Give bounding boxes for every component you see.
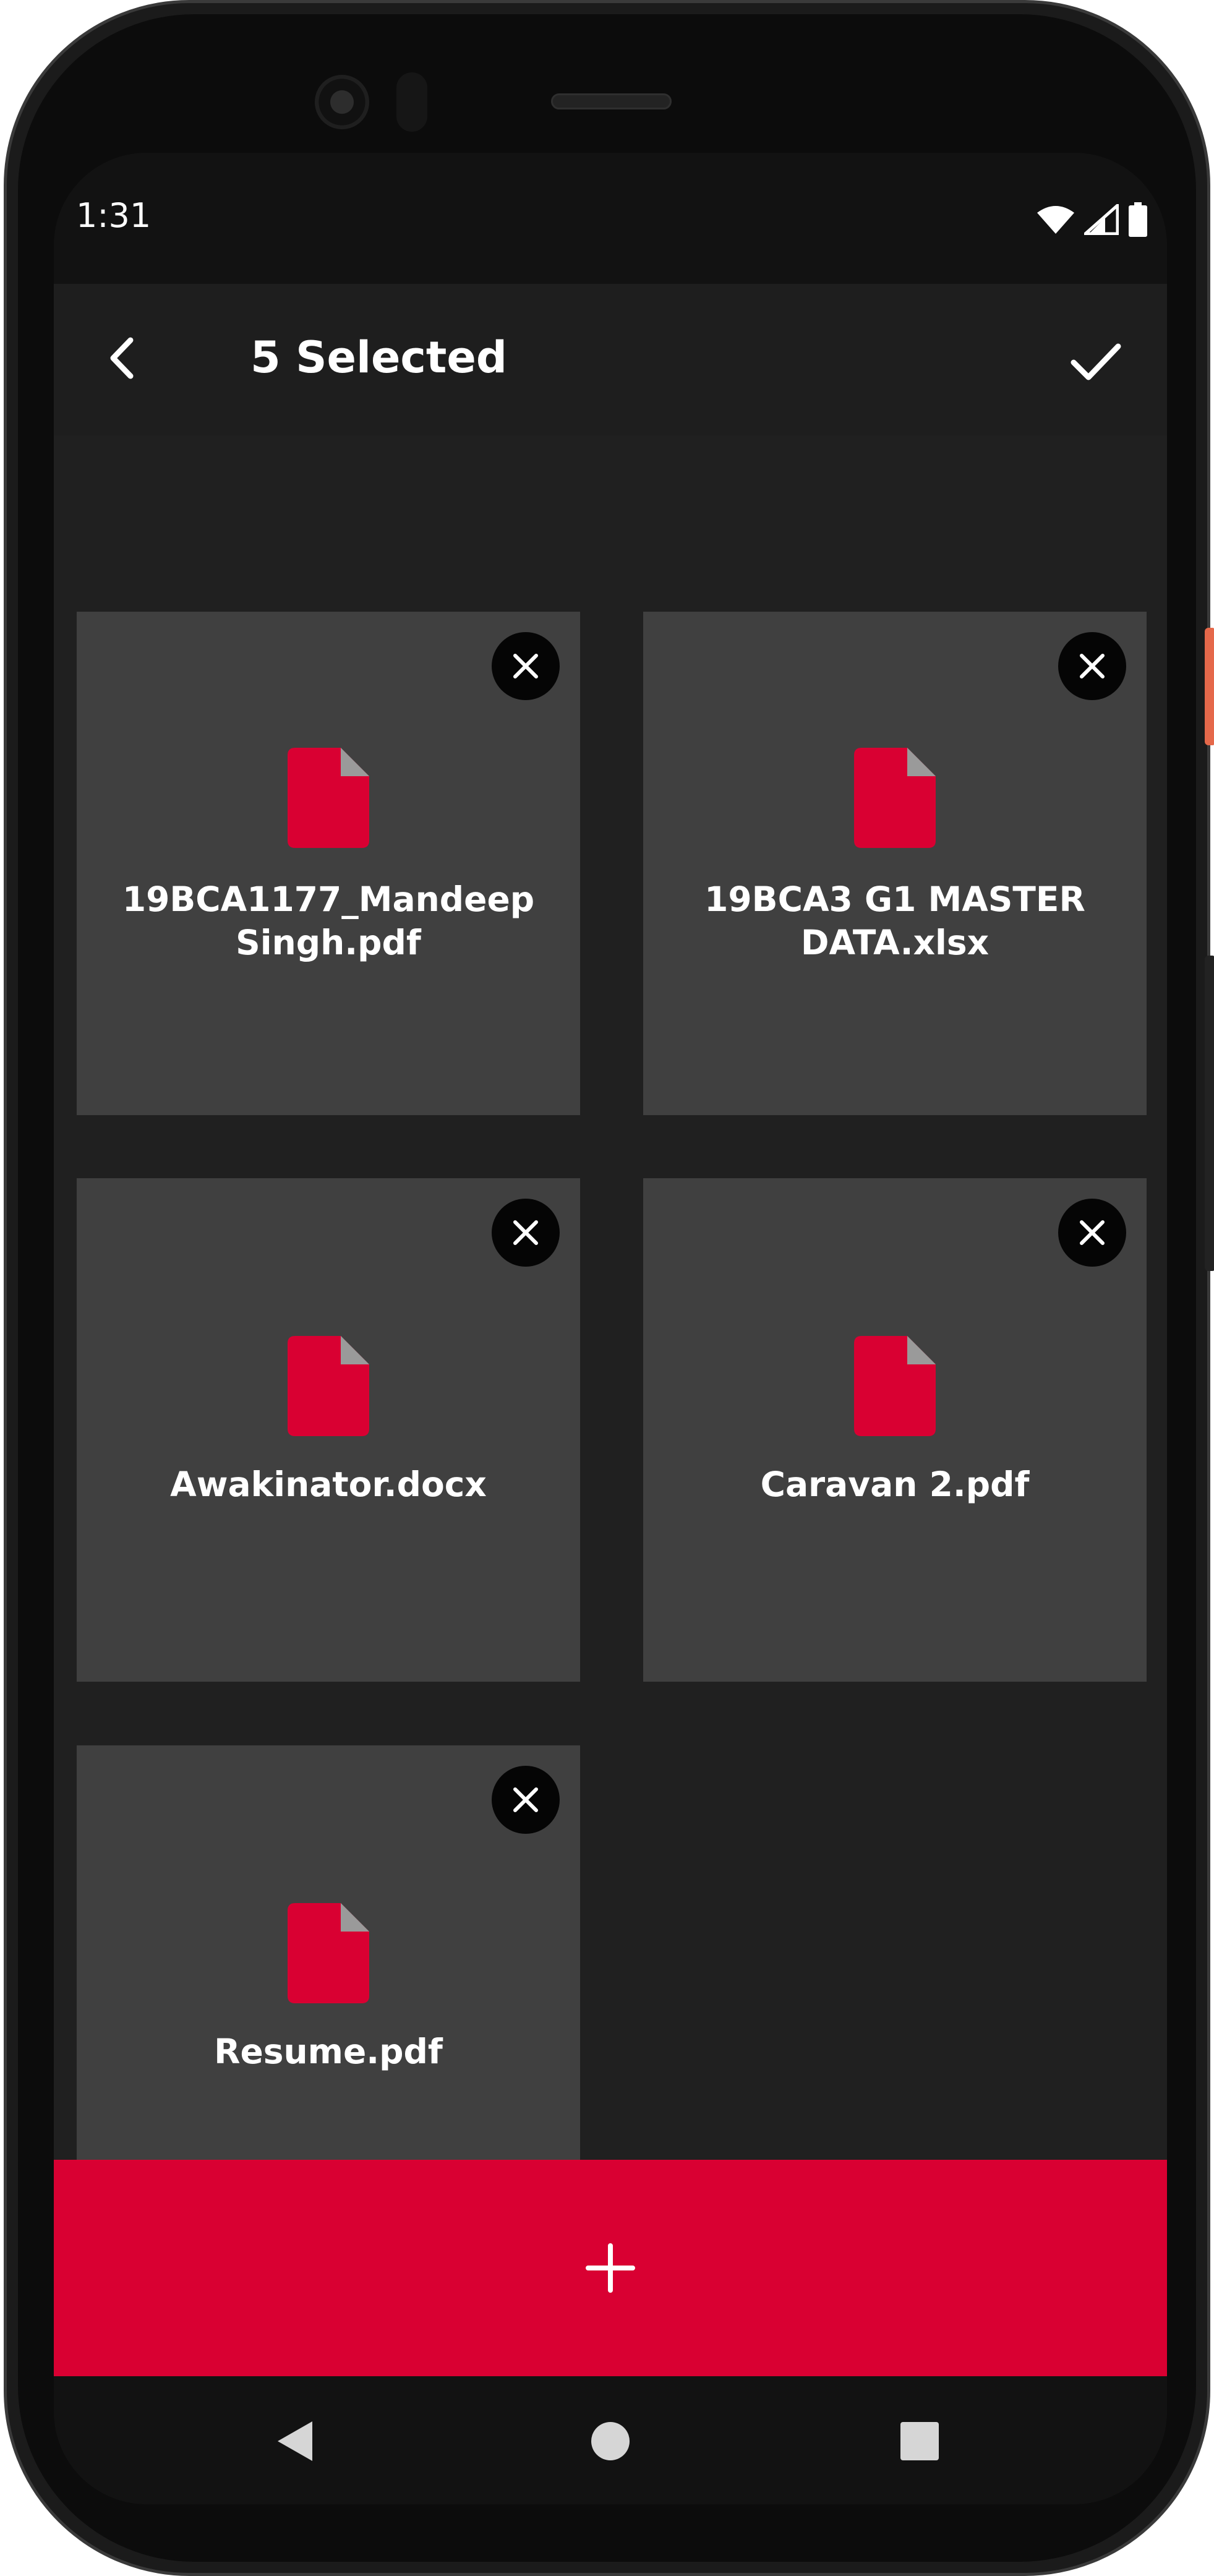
earpiece-speaker	[551, 93, 672, 109]
file-name-line: Awakinator.docx	[170, 1465, 487, 1504]
document-icon	[288, 1336, 369, 1436]
remove-file-button[interactable]	[1058, 1199, 1126, 1267]
power-button	[1205, 628, 1214, 745]
file-name-line: DATA.xlsx	[800, 923, 990, 962]
remove-file-button[interactable]	[492, 632, 560, 700]
proximity-sensor	[396, 72, 427, 132]
file-name: Awakinator.docx	[101, 1463, 555, 1506]
status-icons	[1036, 202, 1148, 237]
file-tile[interactable]: Awakinator.docx	[77, 1178, 580, 1682]
chevron-left-icon	[110, 337, 134, 379]
file-name-line: 19BCA1177_Mandeep	[122, 879, 535, 919]
file-name-line: 19BCA3 G1 MASTER	[704, 879, 1085, 919]
remove-file-button[interactable]	[492, 1766, 560, 1834]
file-tile[interactable]: 19BCA3 G1 MASTER DATA.xlsx	[643, 612, 1147, 1115]
document-icon	[288, 748, 369, 848]
status-time: 1:31	[76, 196, 152, 235]
nav-recents-button[interactable]	[886, 2407, 954, 2475]
document-icon	[288, 1903, 369, 2003]
document-icon	[854, 1336, 936, 1436]
close-icon	[1080, 1220, 1105, 1245]
app-bar: 5 Selected	[54, 284, 1167, 435]
selected-files-grid: 19BCA1177_Mandeep Singh.pdf 19BCA3 G1 MA…	[54, 435, 1167, 2249]
cellular-signal-icon	[1084, 204, 1119, 235]
file-tile[interactable]: 19BCA1177_Mandeep Singh.pdf	[77, 612, 580, 1115]
close-icon	[513, 1787, 538, 1812]
volume-button	[1205, 956, 1214, 1271]
file-name: Caravan 2.pdf	[668, 1463, 1122, 1506]
plus-icon	[586, 2243, 635, 2293]
system-navigation-bar	[54, 2376, 1167, 2504]
triangle-back-icon	[278, 2421, 312, 2461]
phone-frame: 1:31 5 Selected 19BCA1177_Mandeep Singh.…	[4, 0, 1214, 2576]
square-recents-icon	[900, 2422, 939, 2460]
nav-home-button[interactable]	[576, 2407, 644, 2475]
file-name-line: Caravan 2.pdf	[760, 1465, 1030, 1504]
document-icon	[854, 748, 936, 848]
wifi-icon	[1037, 206, 1074, 234]
file-name: Resume.pdf	[101, 2030, 555, 2073]
close-icon	[513, 1220, 538, 1245]
file-name: 19BCA1177_Mandeep Singh.pdf	[101, 878, 555, 964]
circle-home-icon	[591, 2422, 630, 2460]
nav-back-button[interactable]	[261, 2407, 329, 2475]
back-button[interactable]	[91, 327, 153, 389]
remove-file-button[interactable]	[492, 1199, 560, 1267]
file-name-line: Singh.pdf	[236, 923, 421, 962]
file-tile[interactable]: Caravan 2.pdf	[643, 1178, 1147, 1682]
add-files-button[interactable]	[54, 2160, 1167, 2376]
close-icon	[513, 654, 538, 678]
front-camera	[315, 75, 369, 129]
file-name-line: Resume.pdf	[214, 2032, 443, 2071]
close-icon	[1080, 654, 1105, 678]
confirm-button[interactable]	[1062, 327, 1130, 395]
status-bar: 1:31	[54, 153, 1167, 284]
check-icon	[1071, 343, 1121, 380]
page-title: 5 Selected	[250, 332, 507, 383]
remove-file-button[interactable]	[1058, 632, 1126, 700]
battery-icon	[1129, 202, 1147, 237]
screen: 1:31 5 Selected 19BCA1177_Mandeep Singh.…	[54, 153, 1167, 2504]
file-name: 19BCA3 G1 MASTER DATA.xlsx	[668, 878, 1122, 964]
